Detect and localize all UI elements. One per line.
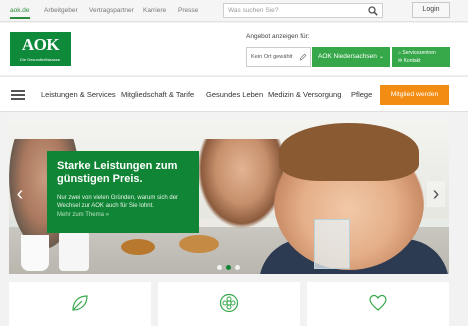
nav-mitgliedschaft[interactable]: Mitgliedschaft & Tarife bbox=[121, 90, 194, 99]
service-links: ⌂ Servicezentren ✉ Kontakt bbox=[392, 47, 450, 67]
site-header: AOK Die Gesundheitskasse. Angebot anzeig… bbox=[0, 23, 468, 75]
hero-teaser-box: Starke Leistungen zum günstigen Preis. N… bbox=[47, 151, 199, 233]
chevron-down-icon: ⌄ bbox=[378, 54, 384, 60]
toplink-arbeitgeber[interactable]: Arbeitgeber bbox=[44, 7, 78, 14]
feature-card-2[interactable] bbox=[158, 282, 300, 326]
nav-gesundes-leben[interactable]: Gesundes Leben bbox=[206, 90, 263, 99]
hero-text: Nur zwei von vielen Gründen, warum sich … bbox=[57, 195, 179, 209]
carousel-dot[interactable] bbox=[235, 265, 240, 270]
aok-logo[interactable]: AOK Die Gesundheitskasse. bbox=[10, 32, 71, 66]
pencil-icon bbox=[299, 53, 307, 61]
toplink-vertragspartner[interactable]: Vertragspartner bbox=[89, 7, 134, 14]
region-label: AOK Niedersachsen bbox=[318, 53, 377, 60]
region-dropdown[interactable]: AOK Niedersachsen ⌄ bbox=[312, 47, 390, 67]
home-icon: ⌂ bbox=[398, 50, 402, 56]
servicezentren-link[interactable]: ⌂ Servicezentren bbox=[398, 50, 436, 56]
nav-medizin[interactable]: Medizin & Versorgung bbox=[268, 90, 341, 99]
hero-photo-cup bbox=[21, 235, 49, 271]
hero-carousel[interactable]: Starke Leistungen zum günstigen Preis. N… bbox=[9, 119, 449, 274]
heart-icon bbox=[369, 294, 387, 311]
logo-wordmark: AOK bbox=[21, 35, 60, 54]
carousel-dot-active[interactable] bbox=[226, 265, 231, 270]
login-button[interactable]: Login bbox=[412, 2, 450, 18]
toplink-karriere[interactable]: Karriere bbox=[143, 7, 166, 14]
carousel-prev-arrow-icon[interactable]: ‹ bbox=[11, 181, 29, 207]
kontakt-link[interactable]: ✉ Kontakt bbox=[398, 58, 421, 64]
carousel-next-arrow-icon[interactable]: › bbox=[427, 181, 445, 207]
hero-photo-glass bbox=[314, 219, 350, 269]
nav-pflege[interactable]: Pflege bbox=[351, 90, 372, 99]
feature-card-1[interactable] bbox=[9, 282, 151, 326]
angebot-label: Angebot anzeigen für: bbox=[246, 33, 310, 40]
carousel-dot[interactable] bbox=[217, 265, 222, 270]
menu-icon[interactable] bbox=[11, 90, 25, 100]
search-input[interactable]: Was suchen Sie? bbox=[223, 3, 383, 18]
logo-claim: Die Gesundheitskasse. bbox=[19, 57, 62, 62]
location-value: Kein Ort gewählt bbox=[251, 54, 293, 60]
mehr-zum-thema-link[interactable]: Mehr zum Thema » bbox=[57, 212, 109, 218]
top-utility-bar: aok.de Arbeitgeber Vertragspartner Karri… bbox=[0, 0, 468, 22]
hero-photo-jug bbox=[59, 231, 89, 271]
toplink-aok-de[interactable]: aok.de bbox=[10, 7, 30, 19]
mail-icon: ✉ bbox=[398, 58, 403, 64]
search-placeholder: Was suchen Sie? bbox=[228, 7, 279, 14]
hero-headline: Starke Leistungen zum günstigen Preis. bbox=[57, 160, 178, 185]
feature-card-3[interactable] bbox=[307, 282, 449, 326]
main-navigation: Leistungen & Services Mitgliedschaft & T… bbox=[0, 76, 468, 112]
location-selector[interactable]: Kein Ort gewählt bbox=[246, 47, 311, 67]
hero-photo-bread bbox=[179, 235, 219, 253]
flower-icon bbox=[219, 293, 239, 313]
hero-photo-bread bbox=[121, 239, 155, 255]
mitglied-werden-button[interactable]: Mitglied werden bbox=[380, 85, 449, 105]
leaf-icon bbox=[72, 295, 88, 311]
hero-photo-hair bbox=[279, 123, 419, 181]
toplink-presse[interactable]: Presse bbox=[178, 7, 198, 14]
search-icon[interactable] bbox=[368, 6, 378, 16]
nav-leistungen[interactable]: Leistungen & Services bbox=[41, 90, 116, 99]
